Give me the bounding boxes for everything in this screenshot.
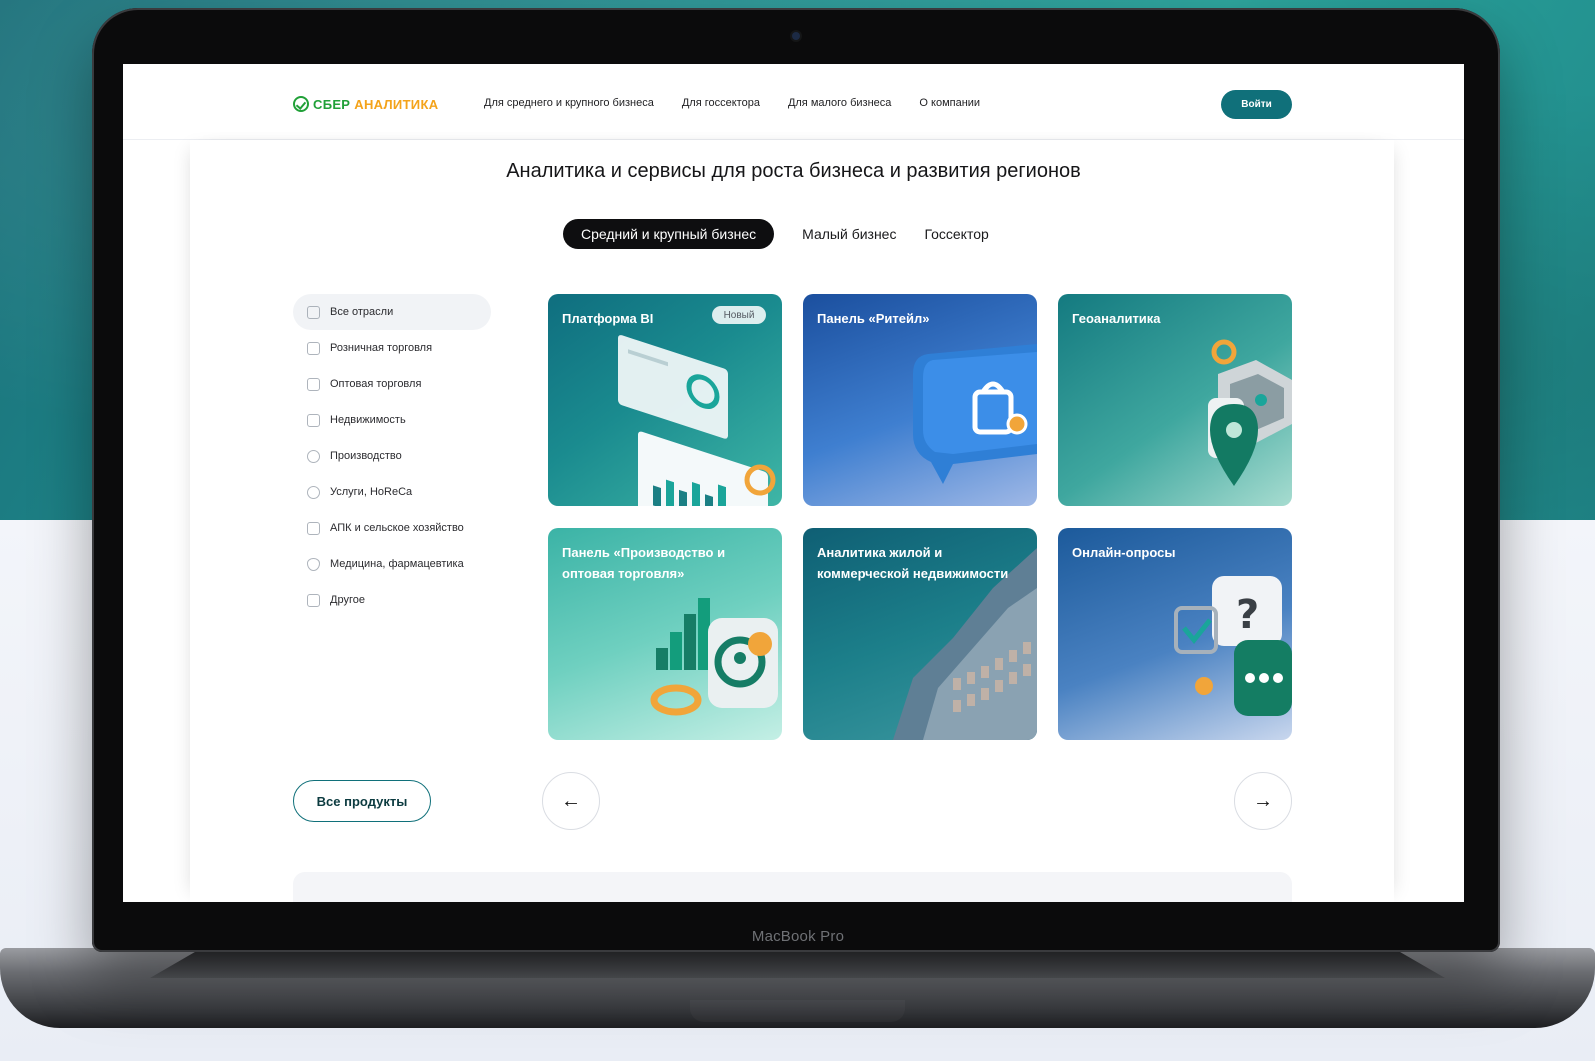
sidebar-item-wholesale[interactable]: Оптовая торговля [293, 366, 491, 402]
industry-sidebar: Все отрасли Розничная торговля Оптовая т… [293, 294, 491, 618]
heart-shield-icon [307, 557, 320, 571]
building-icon [307, 413, 320, 427]
sidebar-item-services[interactable]: Услуги, HoReCa [293, 474, 491, 510]
sidebar-item-real-estate[interactable]: Недвижимость [293, 402, 491, 438]
all-products-button[interactable]: Все продукты [293, 780, 431, 822]
card-title: Панель «Ритейл» [817, 311, 930, 326]
sidebar-item-agro[interactable]: АПК и сельское хозяйство [293, 510, 491, 546]
product-cards: Платформа BI Новый Панель «Ритейл» Геоан… [548, 294, 1292, 740]
laptop-keyboard-edge [150, 948, 1445, 978]
people-icon [307, 485, 320, 499]
tractor-icon [307, 521, 320, 535]
sidebar-item-label: Производство [330, 450, 402, 462]
login-button[interactable]: Войти [1221, 90, 1292, 119]
new-badge: Новый [712, 306, 766, 324]
sidebar-item-label: Все отрасли [330, 306, 394, 318]
laptop-notch [690, 1000, 905, 1022]
card-online-surveys[interactable]: ? Онлайн-опросы [1058, 528, 1292, 740]
nav-link-public-sector[interactable]: Для госсектора [682, 97, 760, 109]
sidebar-item-label: Медицина, фармацевтика [330, 558, 464, 570]
list-icon [307, 305, 320, 319]
sidebar-item-manufacturing[interactable]: Производство [293, 438, 491, 474]
sidebar-item-medicine[interactable]: Медицина, фармацевтика [293, 546, 491, 582]
prev-arrow-icon[interactable]: ← [542, 772, 600, 830]
nav-link-large-business[interactable]: Для среднего и крупного бизнеса [484, 97, 654, 109]
tab-small-business[interactable]: Малый бизнес [788, 220, 910, 248]
card-title: Панель «Производство и оптовая торговля» [562, 545, 726, 581]
card-geoanalytics[interactable]: Геоаналитика [1058, 294, 1292, 506]
sidebar-item-label: Другое [330, 594, 365, 606]
next-arrow-icon[interactable]: → [1234, 772, 1292, 830]
sidebar-item-label: Недвижимость [330, 414, 406, 426]
cart-icon [307, 341, 320, 355]
tab-large-business[interactable]: Средний и крупный бизнес [563, 219, 775, 249]
card-retail-panel[interactable]: Панель «Ритейл» [803, 294, 1037, 506]
sidebar-item-label: Розничная торговля [330, 342, 433, 354]
nav-link-about[interactable]: О компании [919, 97, 980, 109]
svg-text:?: ? [1236, 592, 1259, 638]
camera-icon [792, 32, 800, 40]
next-section-placeholder [293, 872, 1292, 902]
card-manufacturing-panel[interactable]: Панель «Производство и оптовая торговля» [548, 528, 782, 740]
sidebar-item-other[interactable]: Другое [293, 582, 491, 618]
sidebar-item-label: АПК и сельское хозяйство [330, 522, 464, 534]
card-bi-platform[interactable]: Платформа BI Новый [548, 294, 782, 506]
logo[interactable]: СБЕР АНАЛИТИКА [293, 94, 438, 114]
trolley-icon [307, 377, 320, 391]
segment-tabs: Средний и крупный бизнес Малый бизнес Го… [563, 219, 1003, 249]
nav-link-small-business[interactable]: Для малого бизнеса [788, 97, 891, 109]
logo-check-icon [293, 96, 309, 112]
sidebar-item-label: Услуги, HoReCa [330, 486, 413, 498]
logo-part-sber: СБЕР [313, 96, 351, 112]
bulb-icon [307, 449, 320, 463]
logo-part-analytics: АНАЛИТИКА [354, 96, 439, 112]
card-title: Онлайн-опросы [1072, 545, 1176, 560]
sidebar-item-retail[interactable]: Розничная торговля [293, 330, 491, 366]
plus-box-icon [307, 593, 320, 607]
card-title: Геоаналитика [1072, 311, 1161, 326]
device-label: MacBook Pro [751, 928, 845, 945]
top-nav: Для среднего и крупного бизнеса Для госс… [484, 97, 980, 109]
sidebar-item-all[interactable]: Все отрасли [293, 294, 491, 330]
page-title: Аналитика и сервисы для роста бизнеса и … [506, 160, 1081, 182]
screen: СБЕР АНАЛИТИКА Для среднего и крупного б… [123, 64, 1464, 902]
tab-public-sector[interactable]: Госсектор [910, 220, 1002, 248]
card-title: Аналитика жилой и коммерческой недвижимо… [817, 545, 1009, 581]
card-real-estate[interactable]: Аналитика жилой и коммерческой недвижимо… [803, 528, 1037, 740]
sidebar-item-label: Оптовая торговля [330, 378, 422, 390]
header: СБЕР АНАЛИТИКА Для среднего и крупного б… [123, 64, 1464, 140]
